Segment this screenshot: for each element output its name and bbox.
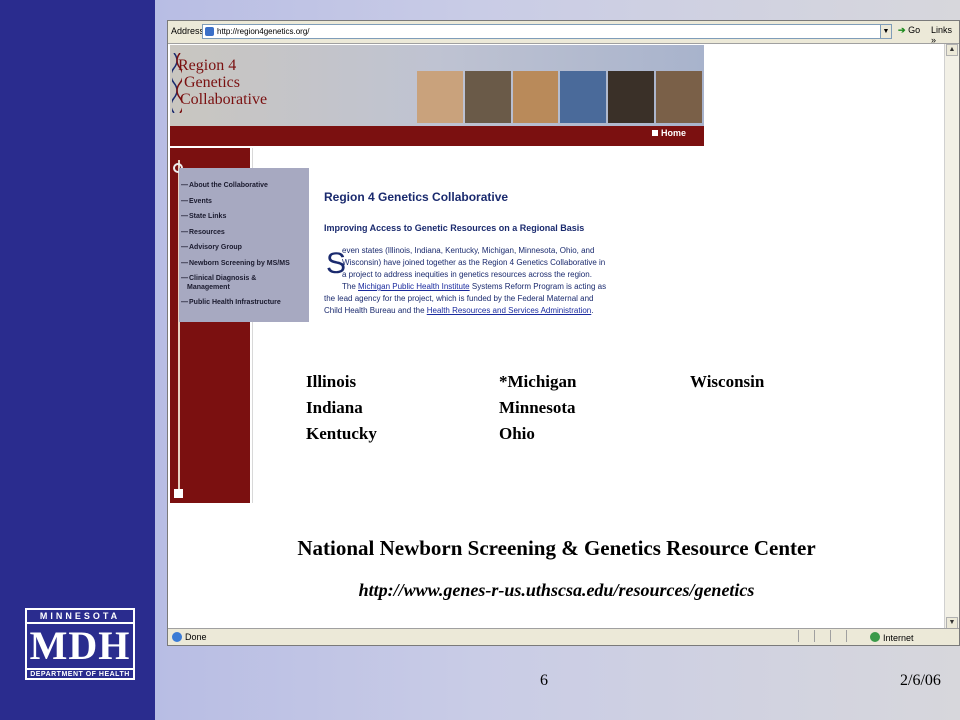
slide-number: 6 (540, 672, 548, 689)
state-name: Minnesota (499, 398, 576, 417)
nav-item-state-links[interactable]: State Links (179, 209, 309, 225)
address-label: Address (171, 26, 205, 36)
state-name: Indiana (306, 398, 363, 417)
states-column-3: Wisconsin (690, 372, 880, 398)
resource-center-title: National Newborn Screening & Genetics Re… (297, 536, 816, 560)
body-line: Wisconsin) have joined together as the R… (342, 258, 606, 267)
resource-center-url[interactable]: http://www.genes-r-us.uthscsa.edu/resour… (169, 580, 944, 601)
body-text-fragment: Systems Reform Program is acting as (469, 282, 607, 291)
states-column-2: *Michigan Minnesota Ohio (499, 372, 689, 450)
nav-item-resources[interactable]: Resources (179, 225, 309, 241)
banner-photo (656, 71, 702, 123)
browser-window: Address http://region4genetics.org/ ▼ ➔ … (167, 20, 960, 646)
state-name: Wisconsin (690, 372, 765, 391)
nav-item-events[interactable]: Events (179, 194, 309, 210)
site-logo: Region 4 Genetics Collaborative (178, 57, 267, 108)
body-text-fragment: The (342, 282, 359, 291)
address-input[interactable]: http://region4genetics.org/ ▼ (202, 24, 892, 39)
banner-photo (464, 71, 511, 123)
page-title: Region 4 Genetics Collaborative (324, 190, 509, 204)
states-column-1: Illinois Indiana Kentucky (306, 372, 496, 450)
banner-photo-strip (417, 71, 702, 123)
nav-item-label: Clinical Diagnosis & (189, 275, 257, 282)
nav-item-clinical-diagnosis[interactable]: Clinical Diagnosis & Management (179, 271, 309, 295)
banner-nav-strip: Home (170, 126, 704, 146)
site-logo-line: Collaborative (180, 91, 268, 108)
state-name: Kentucky (306, 424, 377, 443)
banner-photo (417, 71, 463, 123)
nav-item-label: Management (187, 284, 230, 291)
site-logo-line: Region 4 (178, 57, 237, 74)
status-panels (798, 630, 862, 644)
state-name: Ohio (499, 424, 535, 443)
globe-icon (870, 632, 880, 642)
home-link[interactable]: Home (651, 128, 686, 138)
vertical-scrollbar[interactable]: ▲ ▼ (944, 44, 959, 629)
body-line: the lead agency for the project, which i… (324, 294, 594, 303)
links-button[interactable]: Links » (931, 25, 959, 45)
body-line: even states (Illinois, Indiana, Kentucky… (342, 246, 595, 255)
body-text-fragment: Child Health Bureau and the (324, 306, 427, 315)
web-page-content: Region 4 Genetics Collaborative Home — A… (169, 44, 944, 629)
go-label: Go (908, 25, 921, 35)
state-name: Illinois (306, 372, 357, 391)
status-text: Done (185, 632, 207, 642)
mphi-link[interactable]: Michigan Public Health Institute (358, 282, 470, 291)
body-line: The Michigan Public Health Institute Sys… (324, 281, 702, 293)
go-button[interactable]: ➔ Go (898, 25, 920, 36)
address-bar: Address http://region4genetics.org/ ▼ ➔ … (168, 21, 959, 45)
body-line: a project to address inequities in genet… (342, 270, 592, 279)
page-subtitle: Improving Access to Genetic Resources on… (324, 223, 585, 233)
banner-photo (512, 71, 559, 123)
square-icon (174, 489, 183, 498)
nav-item-about[interactable]: About the Collaborative (179, 178, 309, 194)
go-arrow-icon: ➔ (898, 25, 906, 35)
zone-label: Internet (883, 633, 914, 643)
slide-date: 2/6/06 (900, 672, 941, 689)
intro-paragraph: even states (Illinois, Indiana, Kentucky… (324, 245, 702, 317)
nav-item-advisory-group[interactable]: Advisory Group (179, 240, 309, 256)
nav-item-newborn-screening[interactable]: Newborn Screening by MS/MS (179, 256, 309, 272)
address-dropdown-icon[interactable]: ▼ (880, 24, 892, 39)
banner-photo (608, 71, 655, 123)
home-label: Home (660, 128, 686, 138)
logo-mdh-text: MDH (29, 623, 131, 668)
status-bar: Done Internet (168, 628, 959, 645)
home-square-icon (651, 130, 658, 136)
body-text-fragment: . (591, 306, 594, 315)
address-value: http://region4genetics.org/ (217, 27, 310, 36)
body-line: Child Health Bureau and the Health Resou… (324, 305, 702, 317)
security-zone: Internet (870, 632, 914, 643)
logo-state-text: MINNESOTA (27, 610, 133, 624)
nav-item-public-health[interactable]: Public Health Infrastructure (179, 295, 309, 311)
state-name: *Michigan (499, 372, 577, 391)
links-label: Links (931, 25, 953, 35)
site-logo-line: Genetics (184, 74, 240, 91)
logo-dept-text: DEPARTMENT OF HEALTH (27, 668, 133, 679)
page-icon (205, 27, 214, 36)
hrsa-link[interactable]: Health Resources and Services Administra… (427, 306, 592, 315)
page-status-icon (172, 632, 182, 642)
mdh-logo: MINNESOTA MDH DEPARTMENT OF HEALTH (25, 608, 135, 680)
scroll-up-icon[interactable]: ▲ (946, 44, 958, 56)
banner-photo (560, 71, 607, 123)
site-nav: About the Collaborative Events State Lin… (179, 168, 309, 322)
